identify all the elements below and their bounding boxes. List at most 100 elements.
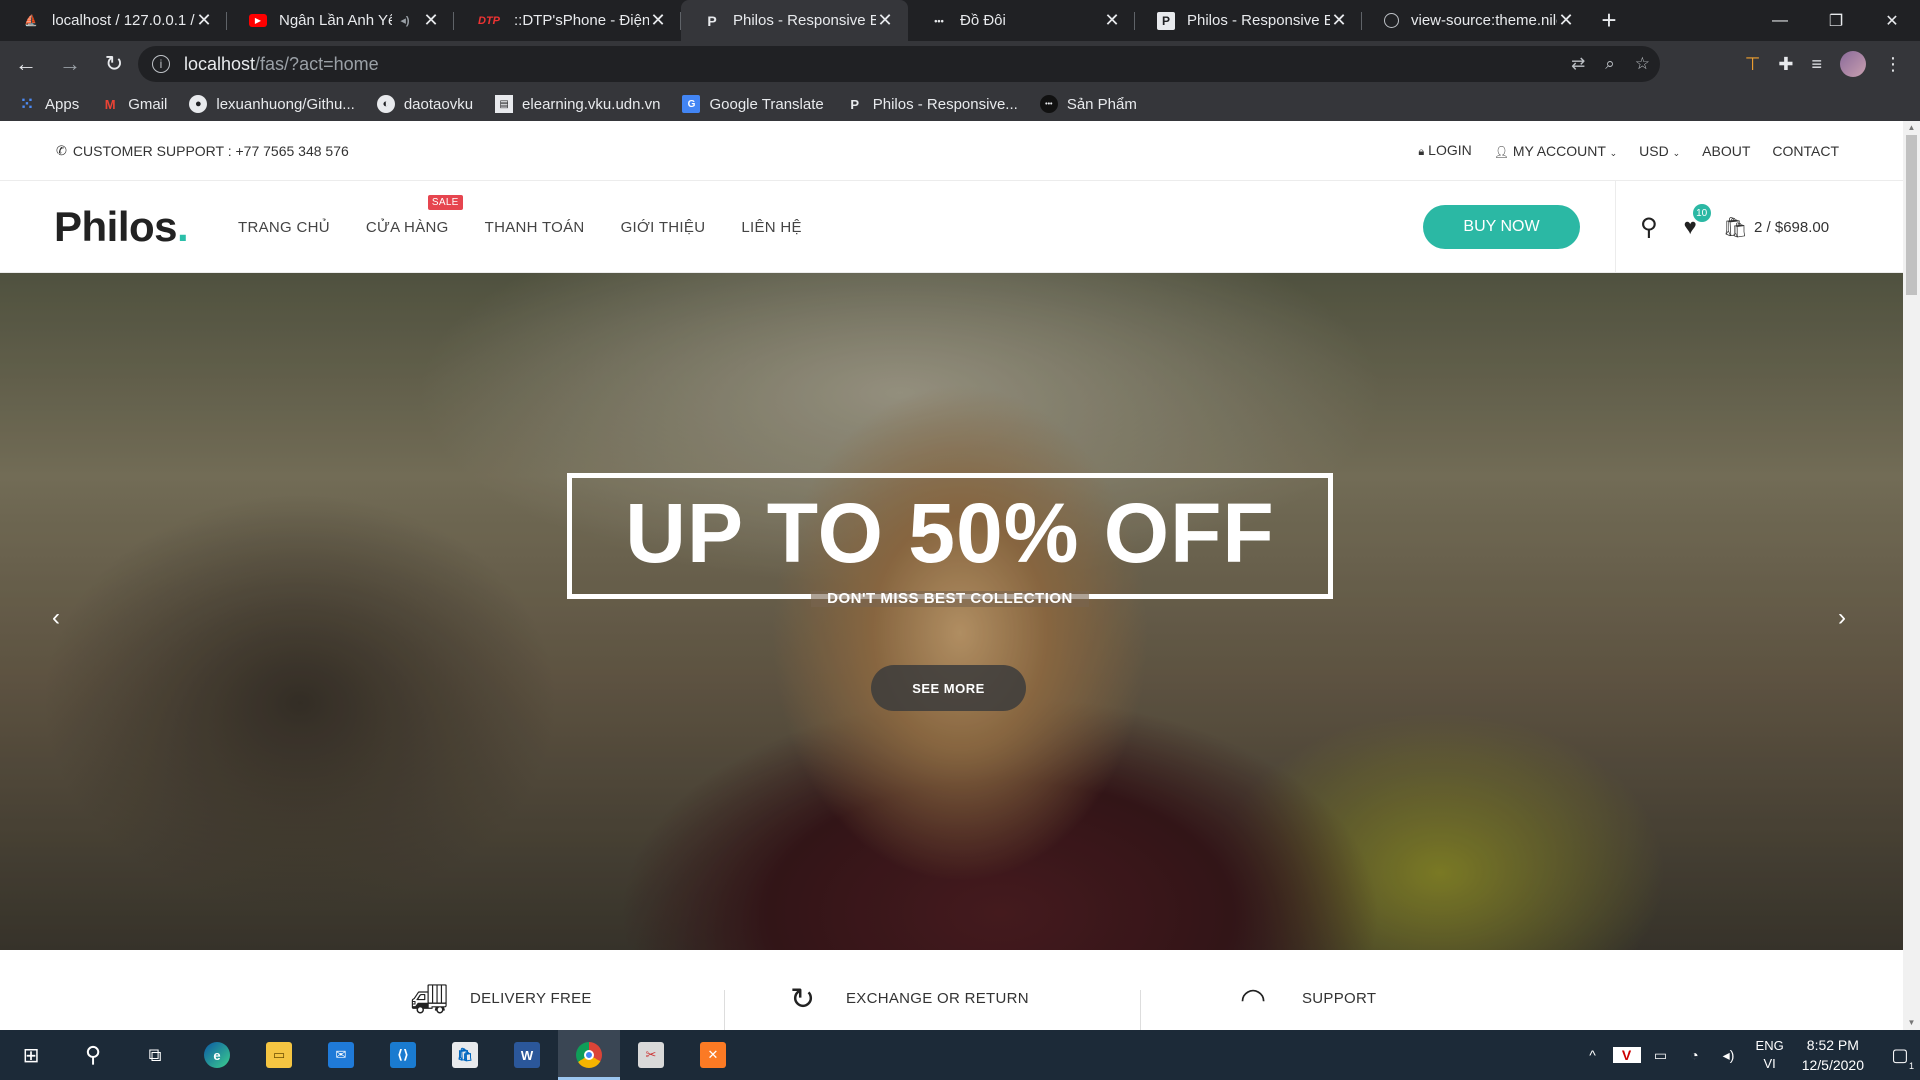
nav-lien-he[interactable]: LIÊN HỆ	[741, 219, 801, 236]
close-tab-icon[interactable]: ✕	[649, 10, 667, 31]
tab-title: view-source:theme.nile	[1411, 12, 1557, 29]
close-tab-icon[interactable]: ✕	[876, 10, 894, 31]
main-nav: TRANG CHỦ CỬA HÀNG SALE THANH TOÁN GIỚI T…	[238, 181, 802, 273]
dtp-icon: DTP	[478, 14, 500, 27]
truck-icon: 🚚︎	[410, 983, 449, 1016]
address-bar[interactable]: i localhost/fas/?act=home ⇄ ⌕ ☆	[138, 46, 1660, 82]
start-icon[interactable]: ⊞	[0, 1030, 62, 1080]
scroll-down-icon[interactable]: ▼	[1903, 1016, 1920, 1030]
page-scrollbar[interactable]: ▲ ▼	[1903, 121, 1920, 1030]
new-tab-button[interactable]: +	[1589, 0, 1629, 41]
bookmark-gmail[interactable]: M Gmail	[101, 95, 168, 113]
mail-icon[interactable]: ✉	[310, 1030, 372, 1080]
profile-avatar[interactable]	[1840, 51, 1866, 77]
bookmark-elearning[interactable]: ▤ elearning.vku.udn.vn	[495, 95, 660, 113]
word-icon[interactable]: W	[496, 1030, 558, 1080]
back-icon[interactable]: ←	[6, 44, 46, 84]
nav-thanh-toan[interactable]: THANH TOÁN	[485, 219, 585, 236]
bookmark-apps[interactable]: ⁙ Apps	[18, 95, 79, 114]
close-tab-icon[interactable]: ✕	[1103, 10, 1121, 31]
browser-tab[interactable]: view-source:theme.nile ✕	[1362, 0, 1589, 41]
chevron-down-icon: ⌄	[1672, 147, 1681, 158]
chrome-icon[interactable]	[558, 1030, 620, 1080]
close-tab-icon[interactable]: ✕	[195, 10, 213, 31]
bookmark-github[interactable]: ● lexuanhuong/Githu...	[189, 95, 355, 113]
snipping-icon[interactable]: ✂	[620, 1030, 682, 1080]
login-link[interactable]: 🔒︎ LOGIN	[1418, 142, 1471, 159]
tab-title: Ngân Lần Anh Yếu	[279, 12, 392, 29]
nav-trang-chu[interactable]: TRANG CHỦ	[238, 219, 330, 236]
nav-cua-hang[interactable]: CỬA HÀNG SALE	[366, 194, 463, 236]
bookmark-google-translate[interactable]: G Google Translate	[682, 95, 824, 113]
system-tray: ^ V ▭ ◔ ◂) ENG VI 8:52 PM 12/5/2020 ▢ 1	[1576, 1030, 1920, 1080]
browser-tab-active[interactable]: P Philos - Responsive Ec ✕	[681, 0, 908, 41]
scrollbar-thumb[interactable]	[1906, 135, 1917, 295]
notification-icon[interactable]: ▢ 1	[1880, 1030, 1920, 1080]
translate-icon[interactable]: ⇄	[1571, 54, 1585, 74]
bookmark-san-pham[interactable]: ••• Sản Phẩm	[1039, 95, 1137, 113]
close-tab-icon[interactable]: ✕	[1330, 10, 1348, 31]
language-indicator[interactable]: ENG VI	[1756, 1037, 1784, 1073]
browser-tab[interactable]: P Philos - Responsive Ec ✕	[1135, 0, 1362, 41]
vscode-icon[interactable]: ⟨⟩	[372, 1030, 434, 1080]
buy-now-button[interactable]: BUY NOW	[1423, 205, 1580, 249]
philos-icon: P	[850, 96, 860, 112]
about-link[interactable]: ABOUT	[1702, 143, 1750, 159]
slider-prev-arrow-icon[interactable]: ‹	[36, 588, 76, 648]
minimize-icon[interactable]: —	[1752, 0, 1808, 41]
zoom-icon[interactable]: ⌕	[1605, 54, 1615, 74]
site-info-icon[interactable]: i	[152, 55, 170, 73]
speaker-mute-icon[interactable]: ◂)	[396, 12, 414, 30]
bookmark-daotaovku[interactable]: ◐ daotaovku	[376, 95, 473, 113]
edge-icon[interactable]: e	[186, 1030, 248, 1080]
xampp-icon[interactable]: ✕	[682, 1030, 744, 1080]
clock[interactable]: 8:52 PM 12/5/2020	[1802, 1035, 1864, 1075]
close-window-icon[interactable]: ✕	[1864, 0, 1920, 41]
close-tab-icon[interactable]: ✕	[422, 10, 440, 31]
bookmark-philos[interactable]: P Philos - Responsive...	[846, 95, 1017, 113]
task-view-icon[interactable]: ⧉	[124, 1030, 186, 1080]
url-text[interactable]: localhost/fas/?act=home	[184, 54, 379, 75]
reload-icon[interactable]: ↻	[94, 44, 134, 84]
dots-icon: •••	[1039, 95, 1058, 113]
file-explorer-icon[interactable]: ▭	[248, 1030, 310, 1080]
cart-summary[interactable]: 🛍︎ 2 / $698.00	[1723, 215, 1829, 240]
restore-icon[interactable]: ❐	[1808, 0, 1864, 41]
site-logo[interactable]: Philos.	[54, 203, 189, 251]
nav-gioi-thieu[interactable]: GIỚI THIỆU	[621, 219, 706, 236]
battery-icon[interactable]: ▭	[1647, 1047, 1675, 1064]
search-icon[interactable]: ⚲	[1640, 213, 1658, 242]
page-icon: ▤	[495, 95, 514, 113]
volume-icon[interactable]: ◂)	[1715, 1047, 1743, 1064]
show-hidden-icon[interactable]: ^	[1579, 1047, 1607, 1063]
wifi-icon[interactable]: ◔	[1681, 1047, 1709, 1063]
browser-tab[interactable]: ▶ Ngân Lần Anh Yếu ◂) ✕	[227, 0, 454, 41]
gmail-icon: M	[104, 96, 116, 112]
close-tab-icon[interactable]: ✕	[1557, 10, 1575, 31]
currency-select[interactable]: USD ⌄	[1639, 143, 1680, 159]
extensions-puzzle-icon[interactable]: ✚	[1778, 54, 1793, 75]
phone-icon: ✆	[56, 142, 67, 158]
store-icon[interactable]: 🛍︎	[434, 1030, 496, 1080]
scroll-up-icon[interactable]: ▲	[1903, 121, 1920, 135]
menu-kebab-icon[interactable]: ⋮	[1884, 54, 1902, 75]
forward-icon[interactable]: →	[50, 44, 90, 84]
extension-icon[interactable]: ⊤	[1745, 54, 1761, 75]
see-more-button[interactable]: SEE MORE	[871, 665, 1026, 711]
contact-link[interactable]: CONTACT	[1772, 143, 1839, 159]
browser-toolbar: ← → ↻ i localhost/fas/?act=home ⇄ ⌕ ☆ ⊤ …	[0, 41, 1920, 87]
hero-subtitle: DON'T MISS BEST COLLECTION	[827, 590, 1073, 607]
bookmark-star-icon[interactable]: ☆	[1635, 54, 1650, 74]
search-icon[interactable]: ⚲	[62, 1030, 124, 1080]
github-icon: ●	[189, 95, 208, 113]
browser-tab[interactable]: ••• Đồ Đôi ✕	[908, 0, 1135, 41]
browser-tab[interactable]: DTP ::DTP'sPhone - Điện Th ✕	[454, 0, 681, 41]
browser-tab[interactable]: ⛵ localhost / 127.0.0.1 / f ✕	[0, 0, 227, 41]
slider-next-arrow-icon[interactable]: ›	[1822, 588, 1862, 648]
feature-divider	[1140, 990, 1141, 1030]
media-control-icon[interactable]: ≡	[1811, 54, 1822, 75]
user-icon: 👤︎	[1493, 144, 1509, 159]
vietkey-icon[interactable]: V	[1612, 1047, 1641, 1063]
wishlist-heart-icon[interactable]: ♥ 10	[1684, 204, 1711, 240]
my-account-link[interactable]: 👤︎ MY ACCOUNT ⌄	[1494, 143, 1617, 159]
